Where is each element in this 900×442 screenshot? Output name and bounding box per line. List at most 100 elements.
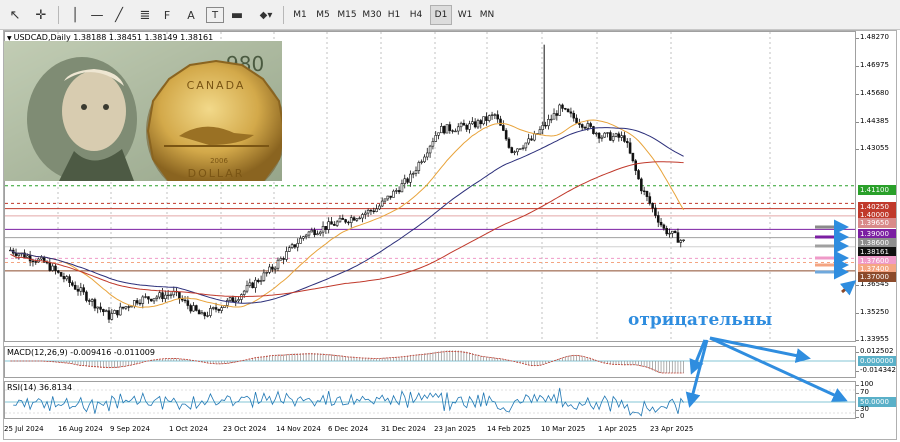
candle-body bbox=[541, 124, 545, 130]
candle-body bbox=[349, 217, 353, 223]
candle-body bbox=[513, 151, 516, 153]
candle-body bbox=[107, 310, 111, 320]
candle-body bbox=[102, 309, 105, 313]
candle-body bbox=[676, 232, 680, 243]
candle-body bbox=[158, 292, 161, 298]
candle-body bbox=[152, 298, 156, 302]
timeframe-m15[interactable]: M15 bbox=[335, 5, 359, 25]
timeframe-m30[interactable]: M30 bbox=[360, 5, 384, 25]
candle-body bbox=[73, 284, 77, 290]
candle-body bbox=[273, 267, 277, 270]
candle-body bbox=[178, 291, 181, 300]
candle-body bbox=[594, 132, 598, 135]
coin-top-text: CANADA bbox=[187, 79, 246, 92]
shapes-menu-icon[interactable]: ◆▾ bbox=[254, 5, 278, 25]
cursor-icon[interactable]: ↖ bbox=[6, 5, 24, 25]
rectangle-icon[interactable]: ▬ bbox=[230, 5, 244, 25]
candle-body bbox=[48, 262, 52, 271]
candle-body bbox=[121, 306, 125, 309]
candle-body bbox=[518, 148, 522, 150]
price-tick: 1.33955 bbox=[856, 335, 889, 343]
candle-body bbox=[34, 261, 38, 263]
crosshair-icon[interactable]: ✛ bbox=[32, 5, 50, 25]
date-tick: 25 Jul 2024 bbox=[4, 425, 44, 433]
candle-body bbox=[448, 124, 452, 131]
candle-body bbox=[634, 160, 637, 171]
candle-body bbox=[335, 221, 339, 226]
horizontal-line-icon[interactable]: — bbox=[88, 5, 106, 25]
candle-body bbox=[299, 237, 302, 244]
text-tool-icon[interactable]: A bbox=[182, 5, 200, 25]
text-label-icon[interactable]: T bbox=[206, 7, 224, 23]
candle-body bbox=[572, 112, 576, 119]
candle-body bbox=[482, 116, 485, 125]
candle-body bbox=[420, 161, 423, 163]
candle-body bbox=[631, 152, 635, 162]
candle-body bbox=[124, 306, 128, 309]
candle-body bbox=[487, 115, 491, 121]
candle-body bbox=[71, 282, 74, 286]
trendline-icon[interactable]: ╱ bbox=[110, 5, 128, 25]
candle-body bbox=[569, 111, 573, 114]
rsi-header: RSI(14) 36.8134 bbox=[7, 383, 73, 392]
timeframe-h1[interactable]: H1 bbox=[385, 5, 403, 25]
candle-body bbox=[237, 299, 240, 302]
candle-body bbox=[248, 282, 252, 286]
candle-body bbox=[138, 302, 142, 305]
usd-cad-photo: 980 CANADA 2006 DOLLAR bbox=[4, 41, 282, 181]
price-axis[interactable]: 1.48270 1.46975 1.45680 1.44385 1.43055 … bbox=[855, 31, 897, 421]
candle-body bbox=[57, 270, 60, 273]
candle-body bbox=[85, 291, 88, 301]
candle-body bbox=[302, 236, 305, 239]
channel-icon[interactable]: ≣ bbox=[136, 5, 154, 25]
vertical-line-icon[interactable]: │ bbox=[66, 5, 84, 25]
candle-body bbox=[555, 113, 559, 116]
candle-body bbox=[606, 132, 609, 134]
macd-pane[interactable]: MACD(12,26,9) -0.009416 -0.011009 bbox=[4, 346, 856, 378]
candle-body bbox=[316, 233, 319, 236]
candle-body bbox=[414, 170, 418, 174]
candle-body bbox=[293, 244, 297, 248]
candle-body bbox=[403, 178, 407, 184]
candle-body bbox=[454, 130, 457, 133]
timeframe-w1[interactable]: W1 bbox=[455, 5, 475, 25]
timeframe-mn[interactable]: MN bbox=[477, 5, 497, 25]
candle-body bbox=[383, 198, 387, 202]
rsi-pane[interactable]: RSI(14) 36.8134 bbox=[4, 381, 856, 419]
candle-body bbox=[462, 122, 466, 126]
candle-body bbox=[659, 221, 663, 226]
candle-body bbox=[192, 305, 195, 312]
candle-body bbox=[423, 156, 426, 163]
candle-body bbox=[186, 300, 190, 306]
candle-body bbox=[341, 217, 345, 220]
candle-body bbox=[147, 296, 150, 300]
candle-body bbox=[271, 266, 274, 270]
date-tick: 31 Dec 2024 bbox=[381, 425, 426, 433]
fibonacci-icon[interactable]: F bbox=[158, 5, 176, 25]
candle-body bbox=[68, 276, 71, 283]
price-tick: 1.45680 bbox=[856, 89, 889, 97]
candle-body bbox=[623, 135, 626, 142]
macd-tick: -0.014342 bbox=[856, 366, 896, 374]
candle-body bbox=[169, 294, 173, 296]
candle-body bbox=[203, 312, 207, 317]
date-tick: 23 Apr 2025 bbox=[650, 425, 694, 433]
candle-body bbox=[31, 260, 35, 263]
time-axis[interactable]: 25 Jul 2024 16 Aug 2024 9 Sep 2024 1 Oct… bbox=[4, 421, 856, 439]
candle-body bbox=[575, 117, 578, 124]
annotation-text: отрицательны bbox=[628, 310, 773, 330]
candle-body bbox=[259, 280, 263, 282]
timeframe-m5[interactable]: M5 bbox=[313, 5, 333, 25]
candle-body bbox=[527, 138, 530, 144]
timeframe-h4[interactable]: H4 bbox=[407, 5, 425, 25]
candle-body bbox=[251, 282, 254, 289]
timeframe-m1[interactable]: M1 bbox=[290, 5, 310, 25]
candle-body bbox=[51, 265, 54, 271]
rsi-canvas bbox=[5, 387, 855, 417]
candle-body bbox=[327, 221, 330, 230]
candle-body bbox=[583, 127, 587, 129]
candle-body bbox=[149, 298, 153, 302]
level-label: 1.37000 bbox=[858, 272, 896, 282]
timeframe-d1[interactable]: D1 bbox=[430, 5, 452, 25]
candle-body bbox=[561, 104, 564, 109]
